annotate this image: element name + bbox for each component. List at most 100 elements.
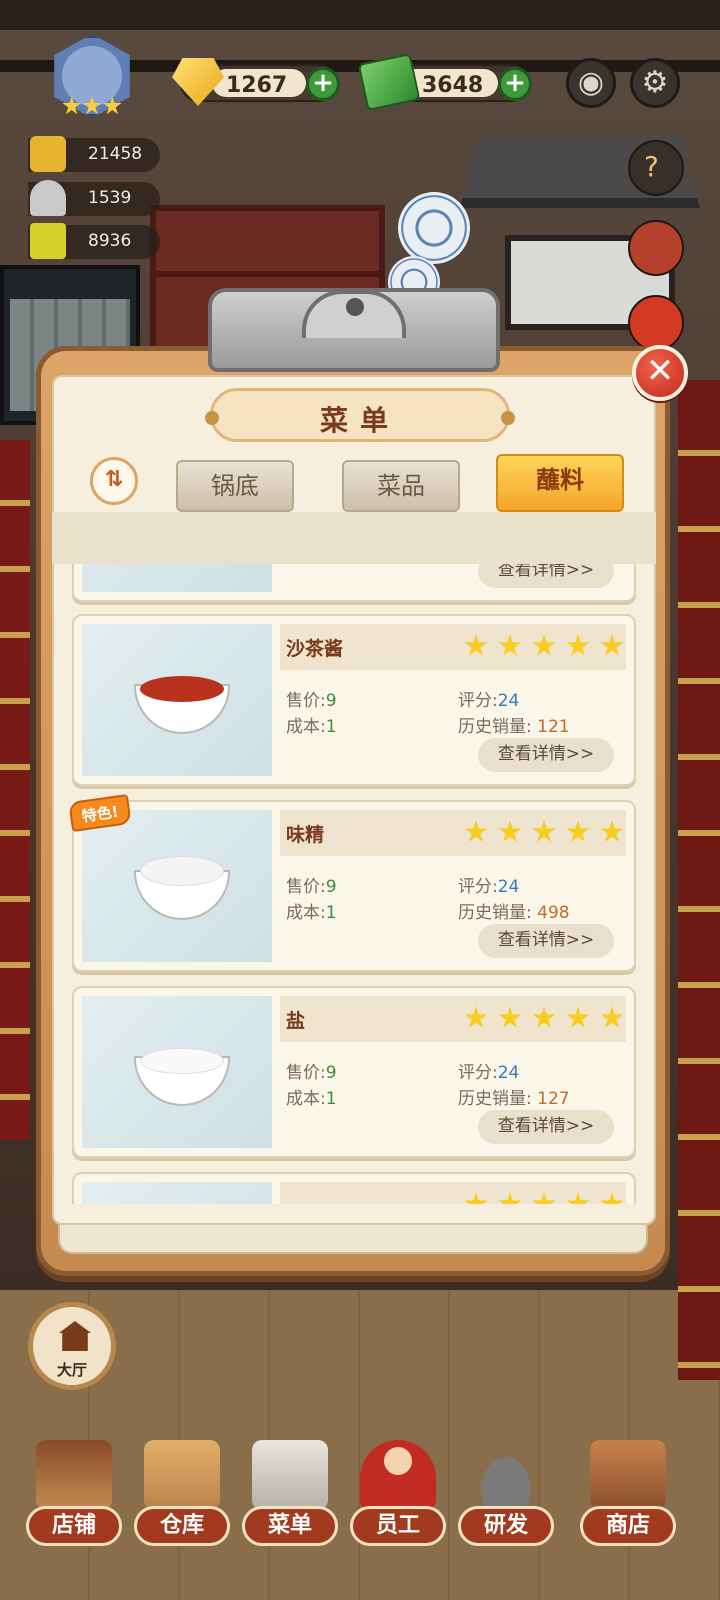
sauce-fill bbox=[140, 676, 224, 702]
bowl-icon bbox=[134, 1048, 230, 1106]
decor-plate bbox=[398, 192, 470, 264]
clipboard-icon bbox=[252, 1440, 328, 1510]
bottom-nav: 店铺 仓库 菜单 员工 研发 商店 bbox=[0, 1430, 720, 1600]
cash-counter: 3648 + bbox=[357, 52, 532, 112]
store-icon bbox=[590, 1440, 666, 1510]
nav-shop-front[interactable]: 店铺 bbox=[26, 1440, 122, 1560]
view-details-button[interactable]: 查看详情>> bbox=[478, 924, 614, 958]
settings-button[interactable]: ⚙ bbox=[630, 58, 680, 108]
star-icon bbox=[532, 1192, 556, 1204]
close-icon: ✕ bbox=[645, 351, 675, 391]
star-icon bbox=[532, 634, 556, 656]
rating-stars bbox=[464, 1192, 624, 1204]
sales-row: 历史销量: 127 bbox=[458, 1089, 570, 1109]
nav-research[interactable]: 研发 bbox=[458, 1440, 554, 1560]
stat-gold: 21458 bbox=[28, 136, 160, 172]
star-icon bbox=[600, 1006, 624, 1028]
clipboard-hole bbox=[346, 298, 364, 316]
nav-label: 商店 bbox=[580, 1506, 676, 1546]
list-item: 特色! 味精 售价:9 成本:1 评分:24 历史销量: 498 查看详情>> bbox=[68, 793, 636, 972]
nav-label: 研发 bbox=[458, 1506, 554, 1546]
panel-title: 菜单 bbox=[319, 404, 400, 437]
star-icon bbox=[498, 1192, 522, 1204]
price-row: 售价:9 bbox=[286, 1063, 337, 1083]
tab-sauces[interactable]: 蘸料 bbox=[496, 454, 624, 512]
hall-button[interactable]: 大厅 bbox=[28, 1302, 116, 1390]
ticket-icon bbox=[30, 223, 66, 259]
list-item: 沙茶酱 售价:9 成本:1 评分:24 历史销量: 121 查看详情>> bbox=[72, 614, 636, 786]
sort-icon: ⇅ bbox=[104, 467, 124, 492]
star-icon bbox=[62, 96, 81, 115]
list-item: 查看详情>> bbox=[72, 564, 636, 602]
tab-soup-base[interactable]: 锅底 bbox=[176, 460, 294, 512]
sort-button[interactable]: ⇅ bbox=[90, 457, 138, 505]
score-row: 评分:24 bbox=[458, 691, 520, 711]
cash-value: 3648 bbox=[422, 73, 484, 98]
notes-button[interactable] bbox=[628, 220, 684, 276]
star-icon bbox=[464, 1006, 488, 1028]
stat-tickets: 8936 bbox=[28, 223, 160, 259]
list-header-band bbox=[52, 512, 656, 564]
nav-store[interactable]: 商店 bbox=[580, 1440, 676, 1560]
gear-icon: ⚙ bbox=[641, 65, 669, 100]
bowl-icon bbox=[134, 856, 230, 920]
cost-row: 成本:1 bbox=[286, 717, 337, 737]
star-icon bbox=[464, 634, 488, 656]
star-icon bbox=[600, 634, 624, 656]
bowl-icon bbox=[134, 676, 230, 734]
star-icon bbox=[498, 634, 522, 656]
rank-stars bbox=[62, 96, 122, 126]
view-details-button[interactable]: 查看详情>> bbox=[478, 1110, 614, 1144]
view-details-button[interactable]: 查看详情>> bbox=[478, 564, 614, 588]
nav-warehouse[interactable]: 仓库 bbox=[134, 1440, 230, 1560]
stat-dishes: 1539 bbox=[28, 180, 160, 216]
score-row: 评分:24 bbox=[458, 1063, 520, 1083]
nav-menu[interactable]: 菜单 bbox=[242, 1440, 338, 1560]
pillar bbox=[678, 380, 720, 1380]
dish-name: 沙茶酱 bbox=[286, 638, 344, 660]
price-row: 售价:9 bbox=[286, 877, 337, 897]
add-cash-button[interactable]: + bbox=[498, 67, 532, 101]
camera-button[interactable]: ◉ bbox=[566, 58, 616, 108]
gem-counter: 1267 + bbox=[172, 58, 340, 106]
guide-button[interactable]: ? bbox=[628, 140, 684, 196]
cost-row: 成本:1 bbox=[286, 903, 337, 923]
dip-list[interactable]: 查看详情>> 沙茶酱 售价:9 成本:1 评分:24 历史销量: 121 查看详… bbox=[64, 564, 644, 1204]
building-icon bbox=[59, 1321, 91, 1351]
star-icon bbox=[498, 1006, 522, 1028]
star-icon bbox=[498, 820, 522, 842]
sauce-fill bbox=[140, 1048, 224, 1074]
nav-label: 菜单 bbox=[242, 1506, 338, 1546]
storefront-icon bbox=[36, 1440, 112, 1510]
star-icon bbox=[532, 1006, 556, 1028]
nav-label: 店铺 bbox=[26, 1506, 122, 1546]
nav-label: 员工 bbox=[350, 1506, 446, 1546]
ceiling-beam bbox=[0, 0, 720, 30]
nav-staff[interactable]: 员工 bbox=[350, 1440, 446, 1560]
rating-stars bbox=[464, 1006, 624, 1030]
rank-badge[interactable] bbox=[38, 34, 146, 130]
star-icon bbox=[464, 1192, 488, 1204]
panel-title-plate: 菜单 bbox=[205, 388, 515, 442]
hall-label: 大厅 bbox=[56, 1361, 87, 1379]
gem-value: 1267 bbox=[226, 73, 288, 98]
star-icon bbox=[600, 1192, 624, 1204]
event-button[interactable] bbox=[628, 295, 684, 351]
star-icon bbox=[464, 820, 488, 842]
cloche-icon bbox=[30, 180, 66, 216]
add-gems-button[interactable]: + bbox=[306, 67, 340, 101]
pillar bbox=[0, 440, 30, 1140]
star-icon bbox=[600, 820, 624, 842]
gold-ingot-icon bbox=[30, 136, 66, 172]
sales-row: 历史销量: 121 bbox=[458, 717, 570, 737]
close-button[interactable]: ✕ bbox=[632, 345, 688, 401]
dish-image bbox=[82, 996, 272, 1148]
wok-icon bbox=[468, 1440, 544, 1510]
cost-row: 成本:1 bbox=[286, 1089, 337, 1109]
boxes-icon bbox=[144, 1440, 220, 1510]
star-icon bbox=[566, 820, 590, 842]
view-details-button[interactable]: 查看详情>> bbox=[478, 738, 614, 772]
sales-row: 历史销量: 498 bbox=[458, 903, 570, 923]
list-item bbox=[72, 1172, 636, 1204]
tab-dishes[interactable]: 菜品 bbox=[342, 460, 460, 512]
